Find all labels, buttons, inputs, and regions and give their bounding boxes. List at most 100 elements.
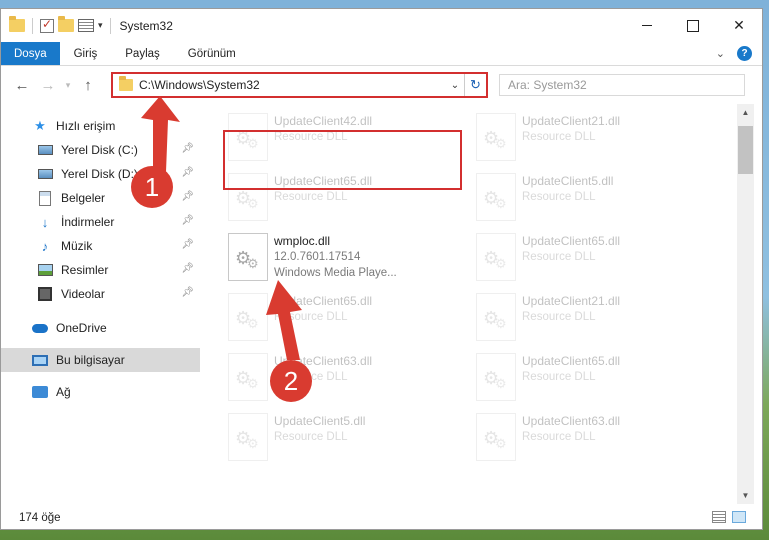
sidebar-item-downloads[interactable]: ↓ İndirmeler 📌︎ (1, 210, 200, 234)
scroll-up-icon[interactable]: ▲ (737, 104, 754, 121)
status-bar: 174 öğe (1, 506, 762, 529)
music-icon: ♪ (41, 238, 49, 254)
network-icon (32, 385, 48, 399)
file-item-wmploc[interactable]: wmploc.dll 12.0.7601.17514 Windows Media… (204, 230, 440, 288)
file-description: Resource DLL (522, 251, 596, 263)
close-button[interactable]: ✕ (716, 9, 762, 42)
up-arrow-icon[interactable]: ↑ (75, 77, 101, 94)
file-description: Resource DLL (274, 131, 348, 143)
dll-file-icon (228, 233, 268, 281)
tab-file[interactable]: Dosya (1, 42, 60, 65)
back-arrow-icon[interactable]: ← (9, 77, 35, 94)
tab-home[interactable]: Giriş (60, 42, 112, 65)
file-name: UpdateClient65.dll (522, 234, 621, 248)
view-switcher (712, 511, 746, 523)
pin-icon[interactable]: 📌︎ (181, 191, 194, 202)
new-folder-icon[interactable] (58, 16, 74, 32)
file-name: UpdateClient63.dll (274, 354, 373, 368)
file-item[interactable]: UpdateClient65.dll Resource DLL (204, 290, 440, 348)
address-bar[interactable]: C:\Windows\System32 ⌄ ↻ (111, 72, 488, 98)
customize-dropdown-icon[interactable]: ▾ (98, 20, 103, 31)
file-item[interactable]: UpdateClient63.dll Resource DLL (452, 410, 688, 468)
sidebar-item-network[interactable]: Ağ (1, 380, 200, 404)
main-area: ★ Hızlı erişim Yerel Disk (C:) 📌︎ Yerel … (1, 104, 762, 504)
file-item[interactable]: UpdateClient65.dll Resource DLL (452, 350, 688, 408)
file-name: UpdateClient65.dll (274, 174, 373, 188)
file-name: UpdateClient63.dll (522, 414, 621, 428)
folder-icon (119, 76, 133, 91)
details-view-icon[interactable] (712, 511, 726, 523)
sidebar-item-local-disk-d[interactable]: Yerel Disk (D:) 📌︎ (1, 162, 200, 186)
minimize-button[interactable] (624, 9, 670, 42)
pin-icon[interactable]: 📌︎ (181, 167, 194, 178)
file-item[interactable]: UpdateClient21.dll Resource DLL (452, 290, 688, 348)
onedrive-icon (32, 321, 48, 335)
scroll-down-icon[interactable]: ▼ (737, 487, 754, 504)
sidebar-item-label: Belgeler (61, 191, 106, 205)
drive-icon (37, 167, 53, 181)
sidebar-item-label: Videolar (61, 287, 105, 301)
address-dropdown-icon[interactable]: ⌄ (446, 80, 464, 91)
view-properties-icon[interactable] (78, 19, 94, 32)
dll-file-icon (228, 293, 268, 341)
sidebar-item-documents[interactable]: Belgeler 📌︎ (1, 186, 200, 210)
ribbon-right-controls: ⌄ ? (716, 46, 752, 61)
search-input[interactable]: Ara: System32 (499, 74, 745, 96)
file-item[interactable]: UpdateClient65.dll Resource DLL (204, 170, 440, 228)
refresh-icon[interactable]: ↻ (464, 74, 486, 96)
address-path[interactable]: C:\Windows\System32 (139, 78, 446, 92)
recent-dropdown-icon[interactable]: ▾ (61, 80, 75, 91)
pin-icon[interactable]: 📌︎ (181, 239, 194, 250)
pin-icon[interactable]: 📌︎ (181, 287, 194, 298)
sidebar-item-pictures[interactable]: Resimler 📌︎ (1, 258, 200, 282)
pin-icon[interactable]: 📌︎ (181, 143, 194, 154)
sidebar-item-label: Ağ (56, 385, 71, 399)
quick-access-toolbar: ▾ (1, 16, 114, 34)
file-name: UpdateClient65.dll (274, 294, 373, 308)
folder-icon (9, 16, 25, 32)
item-count: 174 öğe (19, 511, 61, 524)
sidebar-item-videos[interactable]: Videolar 📌︎ (1, 282, 200, 306)
file-description: Resource DLL (522, 431, 596, 443)
expand-ribbon-icon[interactable]: ⌄ (716, 47, 725, 60)
window-controls: ✕ (624, 9, 762, 42)
maximize-button[interactable] (670, 9, 716, 42)
sidebar-item-music[interactable]: ♪ Müzik 📌︎ (1, 234, 200, 258)
file-item[interactable]: UpdateClient65.dll Resource DLL (452, 230, 688, 288)
navigation-bar: ← → ▾ ↑ C:\Windows\System32 ⌄ ↻ Ara: Sys… (1, 66, 762, 104)
forward-arrow-icon[interactable]: → (35, 77, 61, 94)
pin-icon[interactable]: 📌︎ (181, 215, 194, 226)
help-icon[interactable]: ? (737, 46, 752, 61)
sidebar-item-quick-access[interactable]: ★ Hızlı erişim (1, 114, 200, 138)
tiles-view-icon[interactable] (732, 511, 746, 523)
sidebar-item-this-pc[interactable]: Bu bilgisayar (1, 348, 200, 372)
drive-icon (37, 143, 53, 157)
file-item[interactable]: UpdateClient5.dll Resource DLL (204, 410, 440, 468)
pin-icon[interactable]: 📌︎ (181, 263, 194, 274)
star-icon: ★ (34, 118, 46, 133)
file-item[interactable]: UpdateClient63.dll Resource DLL (204, 350, 440, 408)
dll-file-icon (476, 113, 516, 161)
file-version: 12.0.7601.17514 (274, 251, 361, 263)
file-description: Resource DLL (522, 371, 596, 383)
sidebar-item-label: Resimler (61, 263, 109, 277)
sidebar-item-onedrive[interactable]: OneDrive (1, 316, 200, 340)
sidebar-item-label: Hızlı erişim (56, 119, 116, 133)
file-item[interactable]: UpdateClient5.dll Resource DLL (452, 170, 688, 228)
file-item[interactable]: UpdateClient42.dll Resource DLL (204, 110, 440, 168)
file-item[interactable]: UpdateClient21.dll Resource DLL (452, 110, 688, 168)
tab-view[interactable]: Görünüm (174, 42, 250, 65)
file-description: Resource DLL (274, 191, 348, 203)
file-description: Resource DLL (522, 191, 596, 203)
toolbar-divider (109, 17, 111, 34)
properties-check-icon[interactable] (40, 17, 54, 33)
dll-file-icon (476, 413, 516, 461)
sidebar-item-label: İndirmeler (61, 215, 115, 229)
vertical-scrollbar[interactable]: ▲ ▼ (737, 104, 754, 504)
sidebar-item-label: Yerel Disk (C:) (61, 143, 138, 157)
scrollbar-thumb[interactable] (738, 126, 753, 174)
dll-file-icon (228, 113, 268, 161)
explorer-window: ▾ System32 ✕ Dosya Giriş Paylaş Görünüm … (0, 8, 763, 530)
sidebar-item-local-disk-c[interactable]: Yerel Disk (C:) 📌︎ (1, 138, 200, 162)
tab-share[interactable]: Paylaş (111, 42, 174, 65)
